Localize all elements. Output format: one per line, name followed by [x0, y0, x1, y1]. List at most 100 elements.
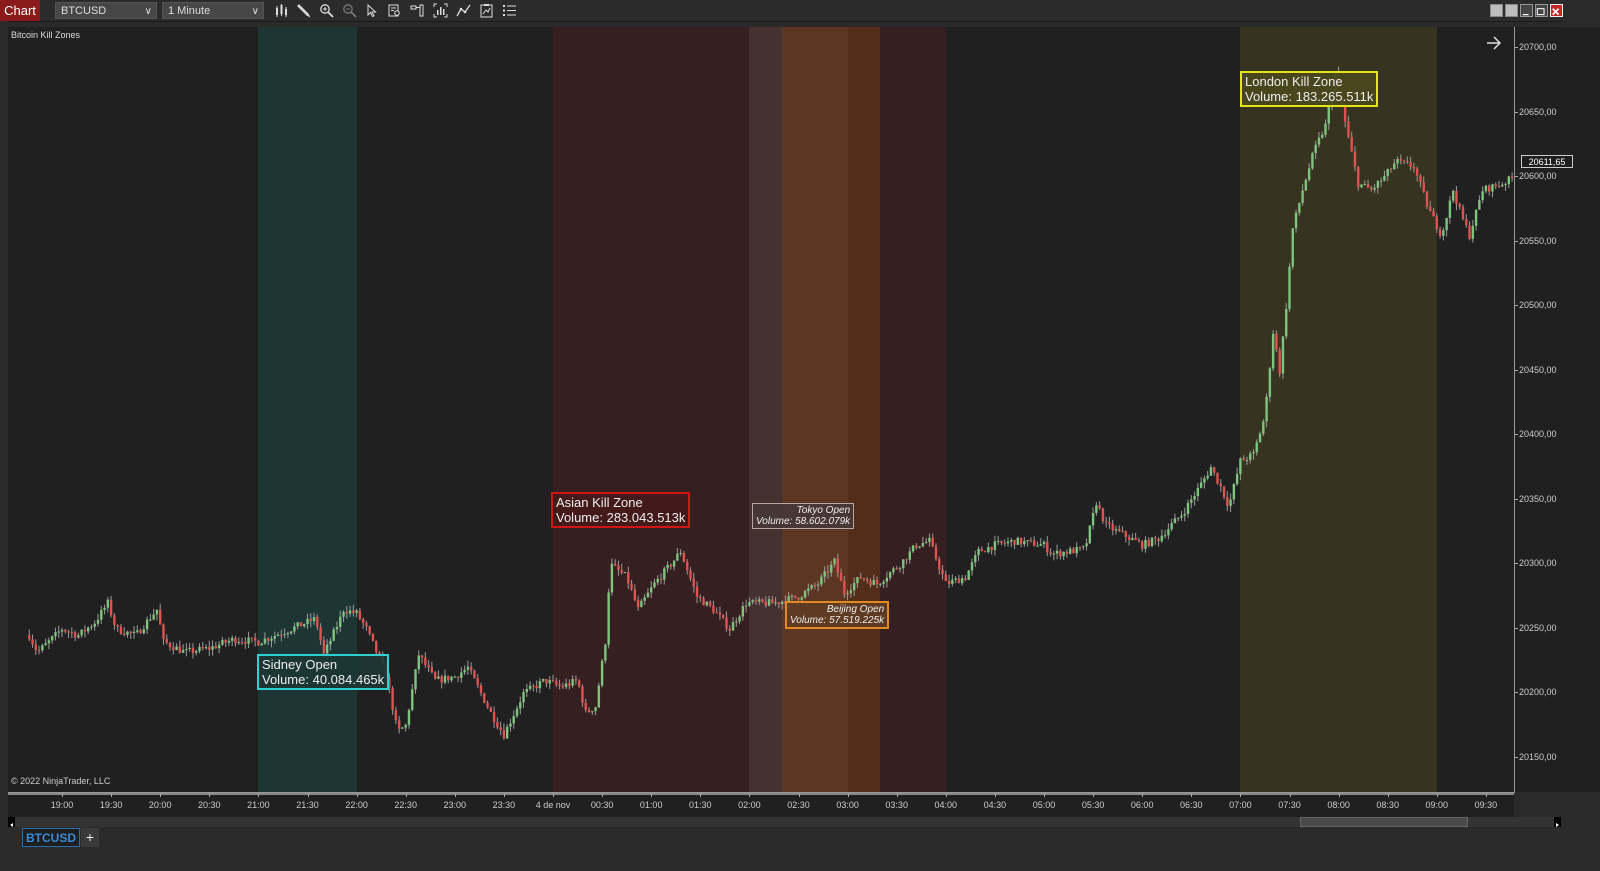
link-button-2[interactable]	[1505, 4, 1518, 17]
chart-title: Bitcoin Kill Zones	[11, 30, 81, 40]
candle-body	[1137, 540, 1141, 542]
pointer-button[interactable]	[362, 2, 380, 19]
candle-body	[758, 599, 761, 602]
scroll-right-button[interactable]	[1554, 817, 1561, 827]
candle-body	[928, 537, 931, 542]
candle-body	[77, 635, 80, 638]
candle-body	[365, 623, 368, 627]
candle-body	[872, 580, 875, 585]
tab-btcusd[interactable]: BTCUSD	[22, 828, 80, 847]
candle-body	[1177, 517, 1180, 519]
price-axis[interactable]: 20611,65 20150,00 20200,00 20250,00 20300,0…	[1515, 27, 1600, 792]
candle-body	[1016, 537, 1020, 545]
candle-body	[1288, 266, 1291, 309]
strategies-button[interactable]	[454, 2, 472, 19]
link-button-1[interactable]	[1490, 4, 1503, 17]
bars-type-button[interactable]	[272, 2, 290, 19]
drawing-tools-button[interactable]	[294, 2, 312, 19]
candle-body	[1006, 541, 1010, 544]
candle-body	[260, 643, 263, 646]
interval-selector[interactable]: 1 Minute ∨	[162, 2, 264, 19]
candle-body	[1507, 176, 1511, 185]
candle-body	[833, 558, 836, 565]
candle-body	[339, 616, 342, 628]
candle-body	[1232, 484, 1236, 500]
candle-body	[214, 646, 218, 649]
candle-body	[113, 615, 116, 626]
candle-body	[1049, 552, 1052, 555]
time-tick-label: 07:00	[1229, 800, 1252, 810]
time-axis[interactable]: 19:00 19:30 20:00 20:30 21:00 21:30 22:00 22:30…	[8, 793, 1514, 817]
candle-body	[1301, 190, 1304, 203]
candle-body	[142, 629, 146, 634]
candle-body	[987, 546, 990, 553]
candle-body	[1465, 219, 1468, 226]
properties-button[interactable]	[500, 2, 518, 19]
chart-trader-button[interactable]	[408, 2, 426, 19]
chart-panel[interactable]: Bitcoin Kill Zones © 2022 NinjaTrader, L…	[8, 27, 1515, 793]
candle-body	[280, 634, 283, 636]
candle-body	[289, 631, 293, 634]
time-tick-label: 02:30	[787, 800, 810, 810]
candle-body	[1435, 216, 1438, 230]
candle-body	[1347, 121, 1350, 137]
candle-body	[286, 633, 290, 635]
candle-body	[1285, 308, 1288, 337]
indicators-button[interactable]	[431, 2, 449, 19]
time-tick-mark	[1044, 793, 1045, 797]
candle-body	[240, 642, 244, 644]
candle-body	[1150, 537, 1154, 547]
candle-body	[375, 640, 378, 653]
templates-button[interactable]	[477, 2, 495, 19]
candle-body	[1487, 185, 1491, 192]
horizontal-scrollbar[interactable]	[8, 817, 1561, 827]
candle-body	[1396, 159, 1399, 164]
add-tab-button[interactable]: +	[81, 828, 99, 847]
candle-body	[1186, 502, 1190, 514]
candle-body	[276, 634, 280, 636]
close-button[interactable]	[1550, 4, 1563, 17]
candle-body	[1157, 538, 1160, 542]
candle-body	[581, 686, 584, 703]
candle-body	[1059, 550, 1062, 557]
zoom-out-button[interactable]	[340, 2, 358, 19]
candle-body	[28, 635, 31, 640]
candle-body	[594, 707, 597, 712]
scroll-to-latest-button[interactable]	[1484, 35, 1504, 51]
instrument-selector[interactable]: BTCUSD ∨	[55, 2, 157, 19]
maximize-button[interactable]	[1535, 4, 1548, 17]
candle-body	[875, 580, 879, 585]
candle-body	[1481, 191, 1484, 201]
scrollbar-thumb[interactable]	[1300, 817, 1468, 827]
candle-body	[699, 596, 702, 599]
zoom-in-button[interactable]	[317, 2, 335, 19]
candle-body	[188, 647, 191, 649]
candlestick-series	[28, 66, 1514, 740]
time-tick-label: 03:30	[885, 800, 908, 810]
arrow-right-icon	[1487, 36, 1502, 50]
candle-body	[1317, 137, 1321, 145]
candle-body	[1281, 336, 1285, 374]
time-tick-label: 04:30	[983, 800, 1007, 810]
candle-body	[1118, 529, 1121, 531]
candle-body	[456, 676, 460, 678]
candle-body	[771, 599, 774, 604]
candle-body	[1019, 537, 1023, 545]
candle-body	[1023, 541, 1026, 545]
candle-body	[686, 561, 689, 571]
candle-body	[250, 637, 254, 639]
scroll-left-button[interactable]	[8, 817, 15, 827]
candle-body	[1091, 512, 1095, 526]
candle-body	[515, 708, 519, 717]
candle-body	[777, 602, 781, 605]
beijing-open-label: Beijing Open Volume: 57.519.225k	[785, 601, 890, 629]
candle-body	[267, 638, 270, 641]
time-tick-label: 07:30	[1278, 800, 1301, 810]
candle-body	[751, 600, 754, 603]
data-box-button[interactable]	[385, 2, 403, 19]
top-toolbar: Chart BTCUSD ∨ 1 Minute ∨	[0, 0, 1600, 22]
time-tick-mark	[258, 793, 260, 797]
candle-body	[836, 558, 839, 573]
candle-body	[1203, 478, 1206, 483]
minimize-button[interactable]	[1520, 4, 1533, 17]
